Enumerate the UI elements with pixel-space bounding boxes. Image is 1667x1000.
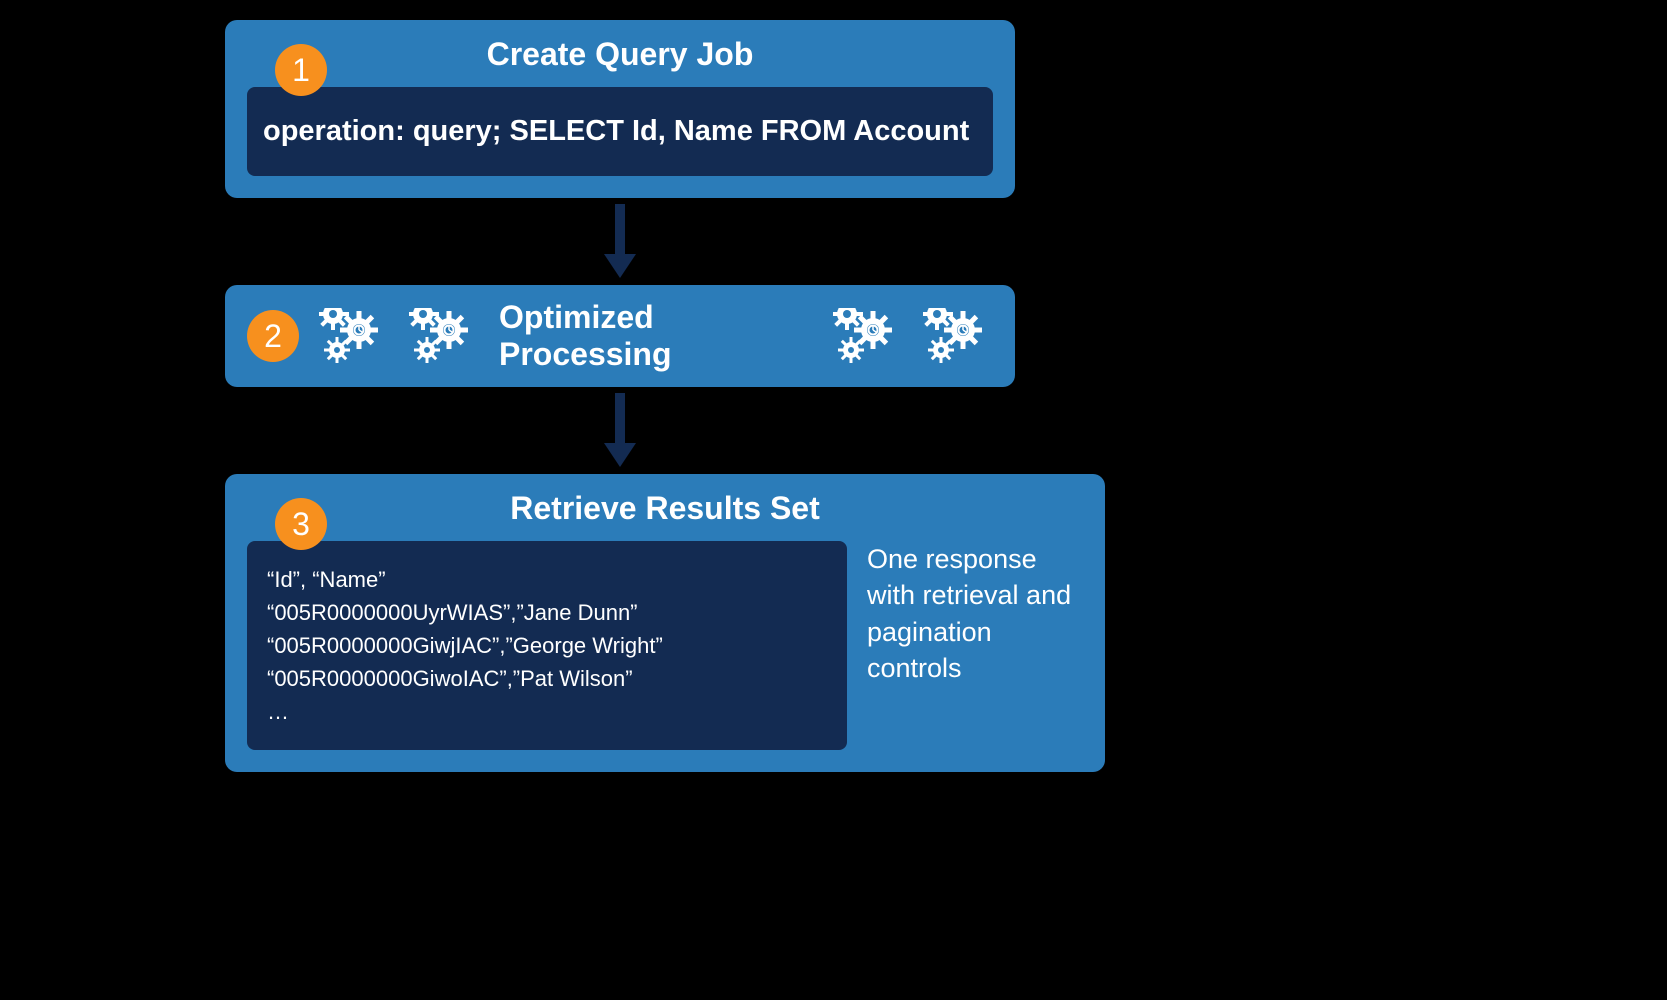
step-3-title: Retrieve Results Set: [247, 490, 1083, 527]
step-1-title: Create Query Job: [247, 36, 993, 73]
step-2-title: Optimized Processing: [499, 299, 813, 373]
step-3-badge: 3: [275, 498, 327, 550]
gear-cluster-icon: [319, 308, 389, 364]
gear-cluster-icon: [833, 308, 903, 364]
step-2-number: 2: [264, 318, 282, 355]
step-1-badge: 1: [275, 44, 327, 96]
gear-cluster-icon: [409, 308, 479, 364]
step-3-panel: 3 Retrieve Results Set “Id”, “Name” “005…: [225, 474, 1105, 772]
step-1-number: 1: [292, 52, 310, 89]
step-3-results: “Id”, “Name” “005R0000000UyrWIAS”,”Jane …: [247, 541, 847, 750]
step-2-panel: 2 Optimized Processing: [225, 285, 1015, 387]
step-2-badge: 2: [247, 310, 299, 362]
step-3-number: 3: [292, 506, 310, 543]
gear-cluster-icon: [923, 308, 993, 364]
arrow-2: [195, 393, 1045, 468]
step-3-side-note: One response with retrieval and paginati…: [867, 541, 1083, 687]
arrow-1: [195, 204, 1045, 279]
diagram-canvas: 1 Create Query Job operation: query; SEL…: [195, 20, 1165, 980]
step-1-panel: 1 Create Query Job operation: query; SEL…: [225, 20, 1015, 198]
step-1-code: operation: query; SELECT Id, Name FROM A…: [247, 87, 993, 176]
